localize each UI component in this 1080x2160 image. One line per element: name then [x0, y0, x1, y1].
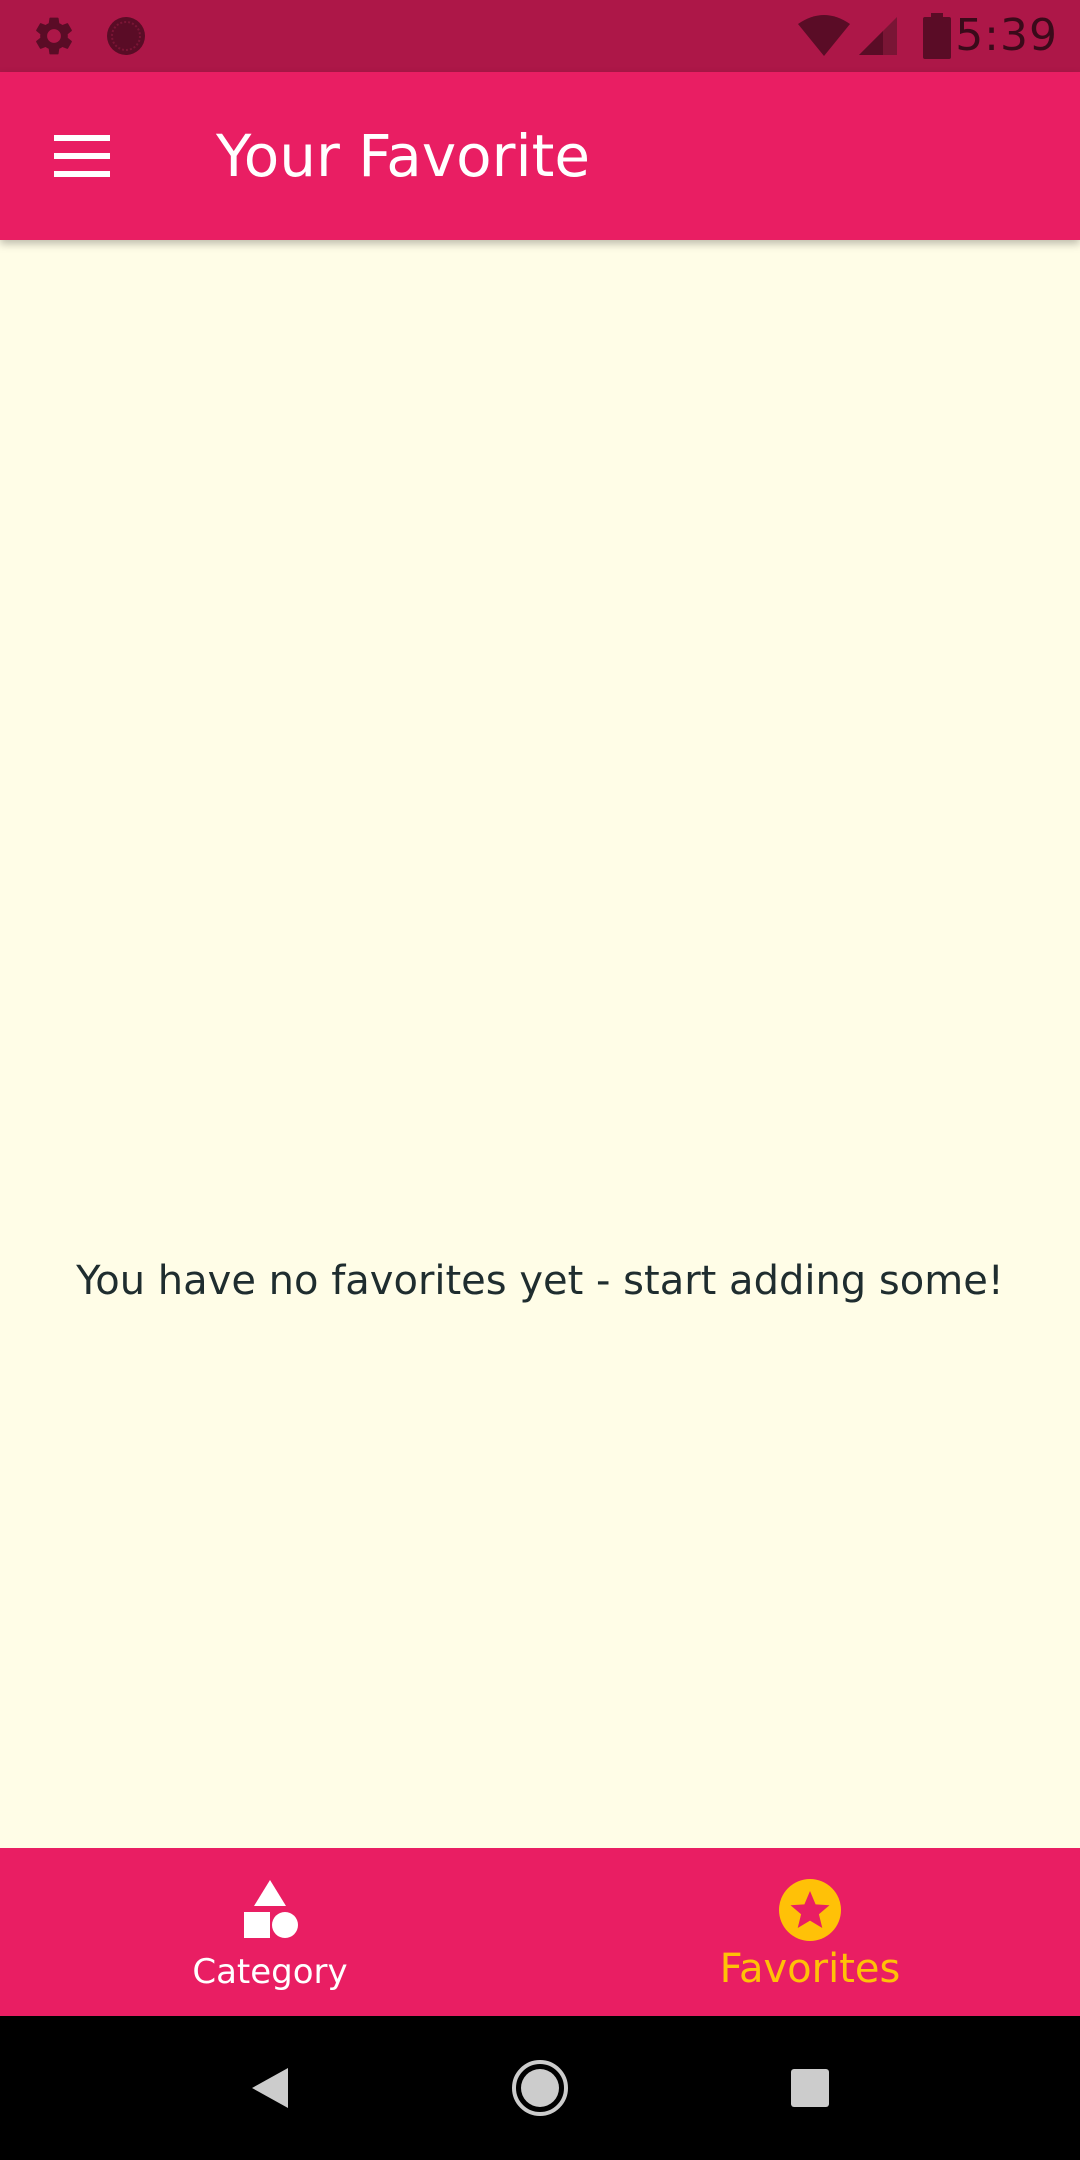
- tab-category[interactable]: Category: [0, 1848, 540, 2016]
- home-icon: [512, 2060, 568, 2116]
- tab-favorites[interactable]: Favorites: [540, 1848, 1080, 2016]
- signal-icon: [856, 0, 900, 72]
- category-shapes-icon: [244, 1880, 298, 1938]
- tab-favorites-label: Favorites: [719, 1946, 901, 1992]
- menu-button[interactable]: [40, 116, 124, 196]
- status-time: 5:39: [955, 10, 1058, 61]
- app-bar: Your Favorite: [0, 72, 1080, 240]
- favorites-content: You have no favorites yet - start adding…: [0, 240, 1080, 1848]
- recents-icon: [791, 2069, 829, 2107]
- star-icon: [779, 1879, 841, 1941]
- record-icon: [100, 0, 152, 72]
- battery-icon: [920, 0, 954, 72]
- empty-favorites-message: You have no favorites yet - start adding…: [76, 1258, 1004, 1304]
- page-title: Your Favorite: [216, 122, 591, 190]
- home-button[interactable]: [504, 2052, 576, 2124]
- bottom-navigation: Category Favorites: [0, 1848, 1080, 2016]
- status-bar: 5:39: [0, 0, 1080, 72]
- hamburger-menu-icon: [54, 135, 110, 177]
- back-button[interactable]: [234, 2052, 306, 2124]
- wifi-icon: [796, 0, 852, 72]
- system-navigation-bar: [0, 2016, 1080, 2160]
- recents-button[interactable]: [774, 2052, 846, 2124]
- settings-icon: [28, 0, 80, 72]
- tab-category-label: Category: [192, 1952, 348, 1992]
- back-icon: [252, 2068, 288, 2108]
